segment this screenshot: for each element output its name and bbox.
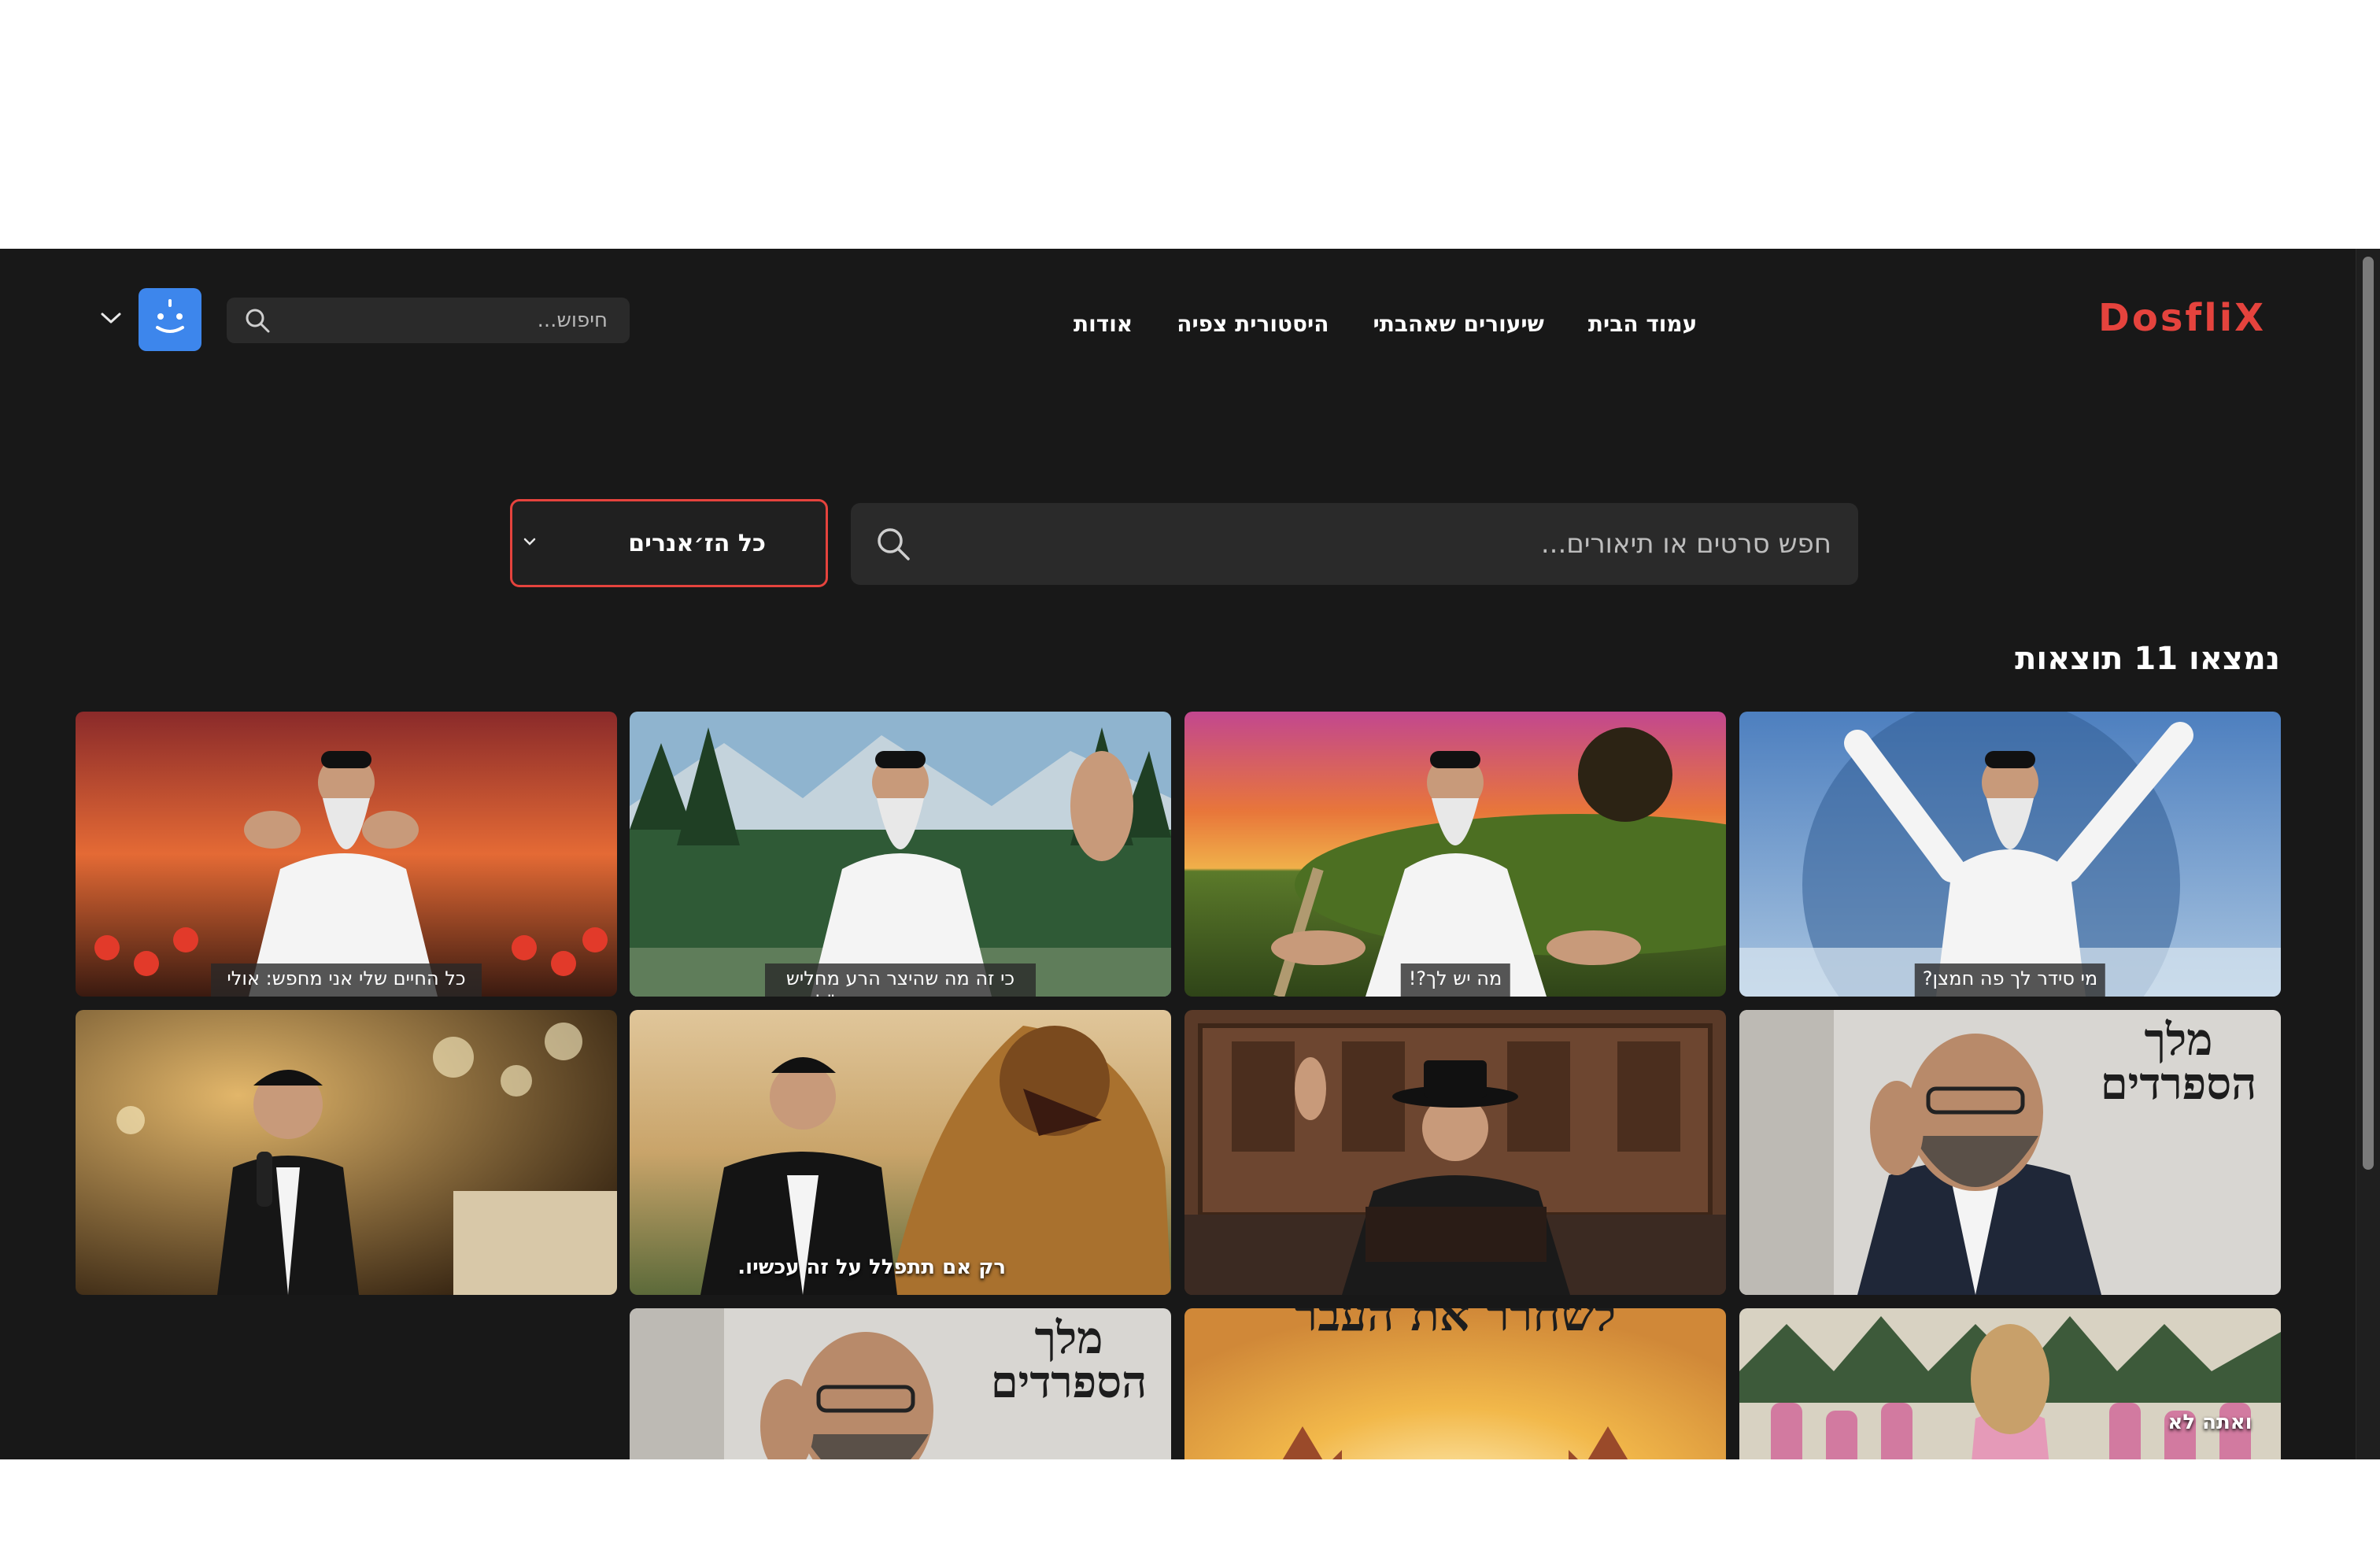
movie-search — [851, 503, 1858, 585]
search-icon[interactable] — [244, 307, 271, 337]
genre-select-value: כל הז׳אנרים — [628, 530, 766, 557]
video-card[interactable]: ואתה לא — [1739, 1308, 2281, 1459]
video-caption: מי סידר לך פה חמצן? — [1914, 963, 2106, 997]
video-overlay-text: ואתה לא — [2168, 1411, 2252, 1434]
video-thumbnail — [76, 712, 617, 997]
chevron-down-icon — [520, 534, 539, 552]
video-card[interactable] — [76, 1010, 617, 1295]
nav-home[interactable]: עמוד הבית — [1588, 311, 1697, 337]
video-thumbnail — [76, 1010, 617, 1295]
video-card[interactable]: מי סידר לך פה חמצן? — [1739, 712, 2281, 997]
video-card[interactable]: מלך הספרדים — [1739, 1010, 2281, 1295]
video-card[interactable]: לשחרר את העבר — [1184, 1308, 1726, 1459]
chevron-down-icon[interactable] — [99, 310, 123, 329]
video-caption: מה יש לך?! — [1400, 963, 1510, 997]
app-window: DosfliX עמוד הבית שיעורים שאהבתי היסטורי… — [0, 249, 2380, 1459]
video-thumbnail — [630, 712, 1171, 997]
banner-title: לשחרר את העבר — [1294, 1308, 1617, 1342]
video-card[interactable] — [1184, 1010, 1726, 1295]
poster-title: מלך הספרדים — [990, 1312, 1148, 1408]
genre-select[interactable]: כל הז׳אנרים — [510, 499, 828, 587]
video-card[interactable]: מלך הספרדים — [630, 1308, 1171, 1459]
video-overlay-text: רק אם תתפלל על זה עכשיו. — [737, 1256, 1006, 1279]
page-scrollbar[interactable] — [2356, 249, 2380, 1459]
video-card[interactable]: רק אם תתפלל על זה עכשיו. — [630, 1010, 1171, 1295]
video-card[interactable]: כי זה מה שהיצר הרע מחליש אותה. זה מה שנק… — [630, 712, 1171, 997]
movie-search-input[interactable] — [937, 503, 1858, 585]
video-caption: כל החיים שלי אני מחפש: אולי זה יעשה אותי… — [211, 963, 482, 997]
header-search — [227, 298, 630, 343]
nav-about[interactable]: אודות — [1074, 311, 1133, 337]
nav-watch-history[interactable]: היסטורית צפיה — [1177, 311, 1329, 337]
video-thumbnail — [1739, 1308, 2281, 1459]
header-search-input[interactable] — [299, 298, 630, 343]
nav-liked-lessons[interactable]: שיעורים שאהבתי — [1373, 311, 1544, 337]
video-thumbnail — [1184, 712, 1726, 997]
user-avatar[interactable] — [139, 288, 201, 351]
avatar-face-icon — [156, 299, 184, 333]
video-card[interactable]: כל החיים שלי אני מחפש: אולי זה יעשה אותי… — [76, 712, 617, 997]
results-count: נמצאו 11 תוצאות — [2015, 641, 2280, 677]
search-icon[interactable] — [874, 525, 912, 566]
video-thumbnail — [630, 1010, 1171, 1295]
video-thumbnail — [1739, 712, 2281, 997]
video-card[interactable]: מה יש לך?! — [1184, 712, 1726, 997]
logo[interactable]: DosfliX — [2098, 296, 2266, 340]
video-caption: כי זה מה שהיצר הרע מחליש אותה. זה מה שנק… — [765, 963, 1036, 997]
scrollbar-thumb[interactable] — [2363, 257, 2374, 1170]
main-nav: עמוד הבית שיעורים שאהבתי היסטורית צפיה א… — [1074, 304, 1697, 343]
video-thumbnail — [1184, 1010, 1726, 1295]
poster-title: מלך הספרדים — [2100, 1014, 2257, 1110]
